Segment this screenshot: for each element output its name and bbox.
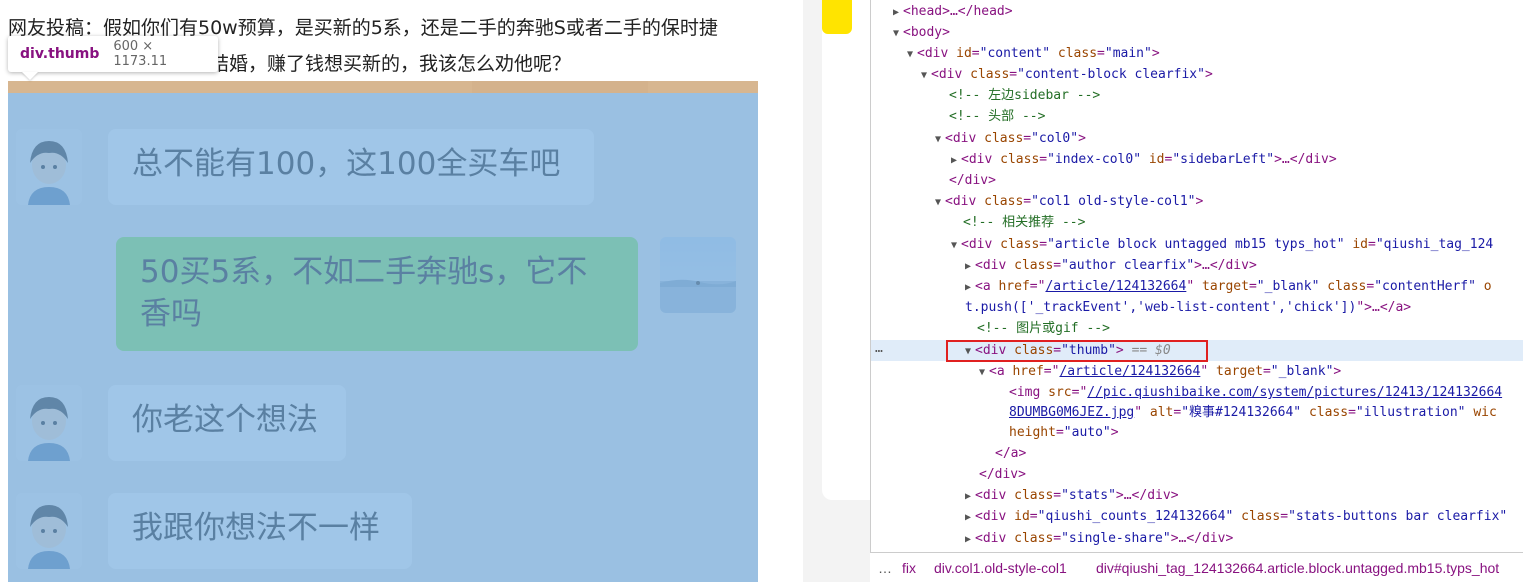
tooltip-arrow bbox=[22, 72, 38, 80]
tooltip-element-size: 600 × 1173.11 bbox=[113, 39, 168, 69]
img-src-link[interactable]: 8DUMBG0M6JEZ.jpg bbox=[1009, 405, 1134, 420]
expand-triangle-icon[interactable]: ▶ bbox=[965, 277, 975, 298]
chat-avatar-left bbox=[16, 129, 82, 205]
collapse-triangle-icon[interactable]: ▼ bbox=[979, 362, 989, 383]
selection-annotation-box bbox=[946, 340, 1208, 362]
collapse-triangle-icon[interactable]: ▼ bbox=[935, 129, 945, 150]
chat-avatar-left bbox=[16, 385, 82, 461]
dom-close-tag[interactable]: </div> bbox=[871, 170, 1523, 191]
img-src-link[interactable]: //pic.qiushibaike.com/system/pictures/12… bbox=[1087, 385, 1502, 400]
href-link[interactable]: /article/124132664 bbox=[1059, 364, 1200, 379]
dom-node-col1[interactable]: ▼ <div class="col1 old-style-col1"> bbox=[871, 191, 1523, 212]
dom-comment[interactable]: <!-- 相关推荐 --> bbox=[871, 212, 1523, 233]
dom-node-author[interactable]: ▶ <div class="author clearfix">…</div> bbox=[871, 255, 1523, 276]
breadcrumb: … fix div.col1.old-style-col1 div#qiushi… bbox=[870, 552, 1523, 583]
dom-node-content-link[interactable]: ▶ <a href="/article/124132664" target="_b… bbox=[871, 276, 1523, 297]
expand-triangle-icon[interactable]: ▶ bbox=[965, 507, 975, 528]
element-highlight-padding bbox=[8, 81, 758, 93]
collapse-triangle-icon[interactable]: ▼ bbox=[921, 65, 931, 86]
chat-avatar-right bbox=[660, 237, 736, 313]
breadcrumb-item[interactable]: div#qiushi_tag_124132664.article.block.u… bbox=[1096, 553, 1499, 583]
chat-bubble-right: 50买5系，不如二手奔驰s，它不香吗 bbox=[116, 237, 638, 351]
breadcrumb-item[interactable]: fix bbox=[902, 553, 916, 583]
dom-node-sidebar[interactable]: ▶ <div class="index-col0" id="sidebarLeft… bbox=[871, 149, 1523, 170]
tooltip-element-name: div.thumb bbox=[20, 46, 100, 62]
dom-close-tag[interactable]: </div> bbox=[871, 464, 1523, 485]
chat-bubble-left: 总不能有100，这100全买车吧 bbox=[108, 129, 594, 205]
dom-node-stats[interactable]: ▶ <div class="stats">…</div> bbox=[871, 485, 1523, 506]
expand-triangle-icon[interactable]: ▶ bbox=[965, 486, 975, 507]
more-options-icon[interactable]: … bbox=[875, 341, 883, 356]
expand-triangle-icon[interactable]: ▶ bbox=[951, 150, 961, 171]
chat-avatar-left bbox=[16, 493, 82, 569]
dom-node-content-block[interactable]: ▼ <div class="content-block clearfix"> bbox=[871, 64, 1523, 85]
landscape-avatar-icon bbox=[660, 237, 736, 313]
dom-node-img-cont[interactable]: 8DUMBG0M6JEZ.jpg" alt="糗事#124132664" cla… bbox=[871, 402, 1523, 423]
cartoon-avatar-icon bbox=[16, 385, 82, 461]
element-tooltip: div.thumb 600 × 1173.11 bbox=[8, 36, 218, 72]
dom-node-article[interactable]: ▼ <div class="article block untagged mb15… bbox=[871, 234, 1523, 255]
dom-node-counts[interactable]: ▶ <div id="qiushi_counts_124132664" class… bbox=[871, 506, 1523, 527]
expand-triangle-icon[interactable]: ▶ bbox=[893, 2, 903, 23]
dom-node-share[interactable]: ▶ <div class="single-share">…</div> bbox=[871, 528, 1523, 549]
collapse-triangle-icon[interactable]: ▼ bbox=[907, 44, 917, 65]
cartoon-avatar-icon bbox=[16, 129, 82, 205]
thumb-image[interactable]: 总不能有100，这100全买车吧 50买5系，不如二手奔驰s，它不香吗 你老这个… bbox=[8, 81, 758, 582]
chat-message-text: 你老这个想法 bbox=[132, 402, 318, 438]
dom-comment[interactable]: <!-- 图片或gif --> bbox=[871, 318, 1523, 339]
page-side-strip bbox=[803, 0, 870, 582]
dom-node-body[interactable]: ▼ <body> bbox=[871, 22, 1523, 43]
dom-close-tag[interactable]: </a> bbox=[871, 443, 1523, 464]
dom-node-content-link-cont[interactable]: t.push(['_trackEvent','web-list-content'… bbox=[871, 297, 1523, 318]
dom-node-content[interactable]: ▼ <div id="content" class="main"> bbox=[871, 43, 1523, 64]
breadcrumb-item[interactable]: div.col1.old-style-col1 bbox=[934, 553, 1067, 583]
breadcrumb-overflow-icon[interactable]: … bbox=[878, 553, 892, 583]
expand-triangle-icon[interactable]: ▶ bbox=[965, 529, 975, 550]
chat-message-text: 我跟你想法不一样 bbox=[132, 510, 380, 546]
collapse-triangle-icon[interactable]: ▼ bbox=[951, 235, 961, 256]
dom-node-img[interactable]: <img src="//pic.qiushibaike.com/system/p… bbox=[871, 382, 1523, 403]
inspected-page: 网友投稿：假如你们有50w预算，是买新的5系，还是二手的奔驰S或者二手的保时捷 … bbox=[0, 0, 803, 582]
chat-message-text: 50买5系，不如二手奔驰s，它不香吗 bbox=[140, 254, 588, 332]
chat-bubble-left: 你老这个想法 bbox=[108, 385, 346, 461]
chat-message-text: 总不能有100，这100全买车吧 bbox=[132, 146, 561, 182]
dom-node-img-cont[interactable]: height="auto"> bbox=[871, 422, 1523, 443]
dom-node-col0[interactable]: ▼ <div class="col0"> bbox=[871, 128, 1523, 149]
dom-comment[interactable]: <!-- 头部 --> bbox=[871, 106, 1523, 127]
cartoon-avatar-icon bbox=[16, 493, 82, 569]
collapse-triangle-icon[interactable]: ▼ bbox=[893, 23, 903, 44]
yellow-tab bbox=[822, 0, 852, 34]
dom-node-thumb-link[interactable]: ▼ <a href="/article/124132664" target="_b… bbox=[871, 361, 1523, 382]
collapse-triangle-icon[interactable]: ▼ bbox=[935, 192, 945, 213]
devtools-elements-panel: ▶ <head>…</head> ▼ <body> ▼ <div id="conten… bbox=[870, 0, 1523, 582]
href-link[interactable]: /article/124132664 bbox=[1045, 279, 1186, 294]
dom-node-head[interactable]: ▶ <head>…</head> bbox=[871, 1, 1523, 22]
expand-triangle-icon[interactable]: ▶ bbox=[965, 256, 975, 277]
page-card-edge bbox=[822, 0, 870, 500]
dom-comment[interactable]: <!-- 左边sidebar --> bbox=[871, 85, 1523, 106]
chat-bubble-left: 我跟你想法不一样 bbox=[108, 493, 412, 569]
